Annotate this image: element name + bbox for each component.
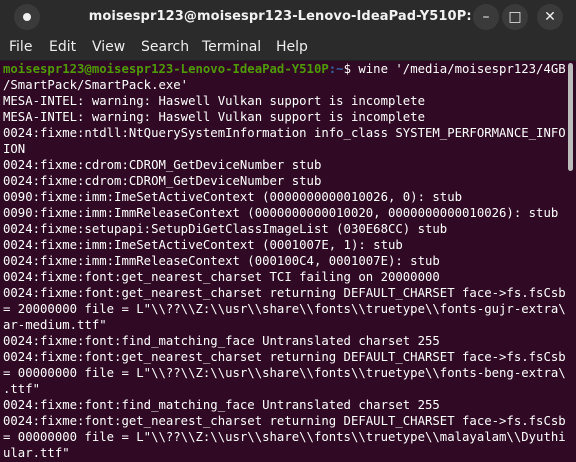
command-text: wine '/media/moisespr123/4GB USB — [358, 62, 576, 76]
menu-help[interactable]: Help — [276, 39, 308, 55]
output-line: 0024:fixme:setupapi:SetupDiGetClassImage… — [3, 222, 448, 236]
output-line: 0024:fixme:imm:ImeSetActiveContext (0001… — [3, 238, 403, 252]
output-line: = 00000000 file = L"\\??\\Z:\\usr\\share… — [3, 366, 576, 380]
output-line: MESA-INTEL: warning: Haswell Vulkan supp… — [3, 110, 425, 124]
menu-search[interactable]: Search — [141, 39, 189, 55]
scrollbar-thumb[interactable] — [568, 63, 573, 171]
menu-edit[interactable]: Edit — [49, 39, 76, 55]
output-line: 0024:fixme:cdrom:CDROM_GetDeviceNumber s… — [3, 174, 322, 188]
menu-file[interactable]: File — [9, 39, 32, 55]
menu-view[interactable]: View — [92, 39, 125, 55]
output-line: = 20000000 file = L"\\??\\Z:\\usr\\share… — [3, 302, 576, 316]
terminal-output[interactable]: moisespr123@moisespr123-Lenovo-IdeaPad-Y… — [0, 61, 576, 462]
output-line: 0024:fixme:font:get_nearest_charset retu… — [3, 414, 576, 428]
output-line: = 00000000 file = L"\\??\\Z:\\usr\\share… — [3, 430, 576, 444]
prompt-symbol: $ — [343, 62, 359, 76]
prompt-path: :~ — [328, 62, 344, 76]
output-line: 0024:fixme:ntdll:NtQuerySystemInformatio… — [3, 126, 576, 140]
output-line: 0024:fixme:font:get_nearest_charset retu… — [3, 350, 576, 364]
menu-bar: File Edit View Search Terminal Help — [0, 34, 576, 61]
prompt-user: moisespr123@moisespr123-Lenovo-IdeaPad-Y… — [3, 62, 329, 76]
output-line: 0090:fixme:imm:ImeSetActiveContext (0000… — [3, 190, 463, 204]
output-line: ular.ttf" — [3, 446, 70, 460]
close-button[interactable]: ✕ — [537, 4, 563, 30]
output-line: .ttf" — [3, 382, 41, 396]
minimize-button[interactable]: – — [473, 4, 499, 30]
title-bar[interactable]: moisespr123@moisespr123-Lenovo-IdeaPad-Y… — [0, 0, 576, 34]
output-line: 0024:fixme:font:get_nearest_charset retu… — [3, 286, 576, 300]
output-line: 0024:fixme:imm:ImmReleaseContext (000100… — [3, 254, 440, 268]
menu-terminal[interactable]: Terminal — [202, 39, 261, 55]
output-line: 0024:fixme:font:get_nearest_charset TCI … — [3, 270, 440, 284]
output-line: 0024:fixme:font:find_matching_face Untra… — [3, 398, 440, 412]
output-line: 0090:fixme:imm:ImmReleaseContext (000000… — [3, 206, 559, 220]
output-line: MESA-INTEL: warning: Haswell Vulkan supp… — [3, 94, 425, 108]
output-line: /SmartPack/SmartPack.exe' — [3, 78, 189, 92]
scrollbar[interactable] — [566, 61, 576, 462]
maximize-button[interactable]: □ — [502, 4, 528, 30]
output-line: ION — [3, 142, 26, 156]
prompt-line: moisespr123@moisespr123-Lenovo-IdeaPad-Y… — [3, 61, 576, 77]
output-line: 0024:fixme:cdrom:CDROM_GetDeviceNumber s… — [3, 158, 322, 172]
output-line: 0024:fixme:font:find_matching_face Untra… — [3, 334, 440, 348]
terminal-window: moisespr123@moisespr123-Lenovo-IdeaPad-Y… — [0, 0, 576, 462]
output-line: ar-medium.ttf" — [3, 318, 107, 332]
